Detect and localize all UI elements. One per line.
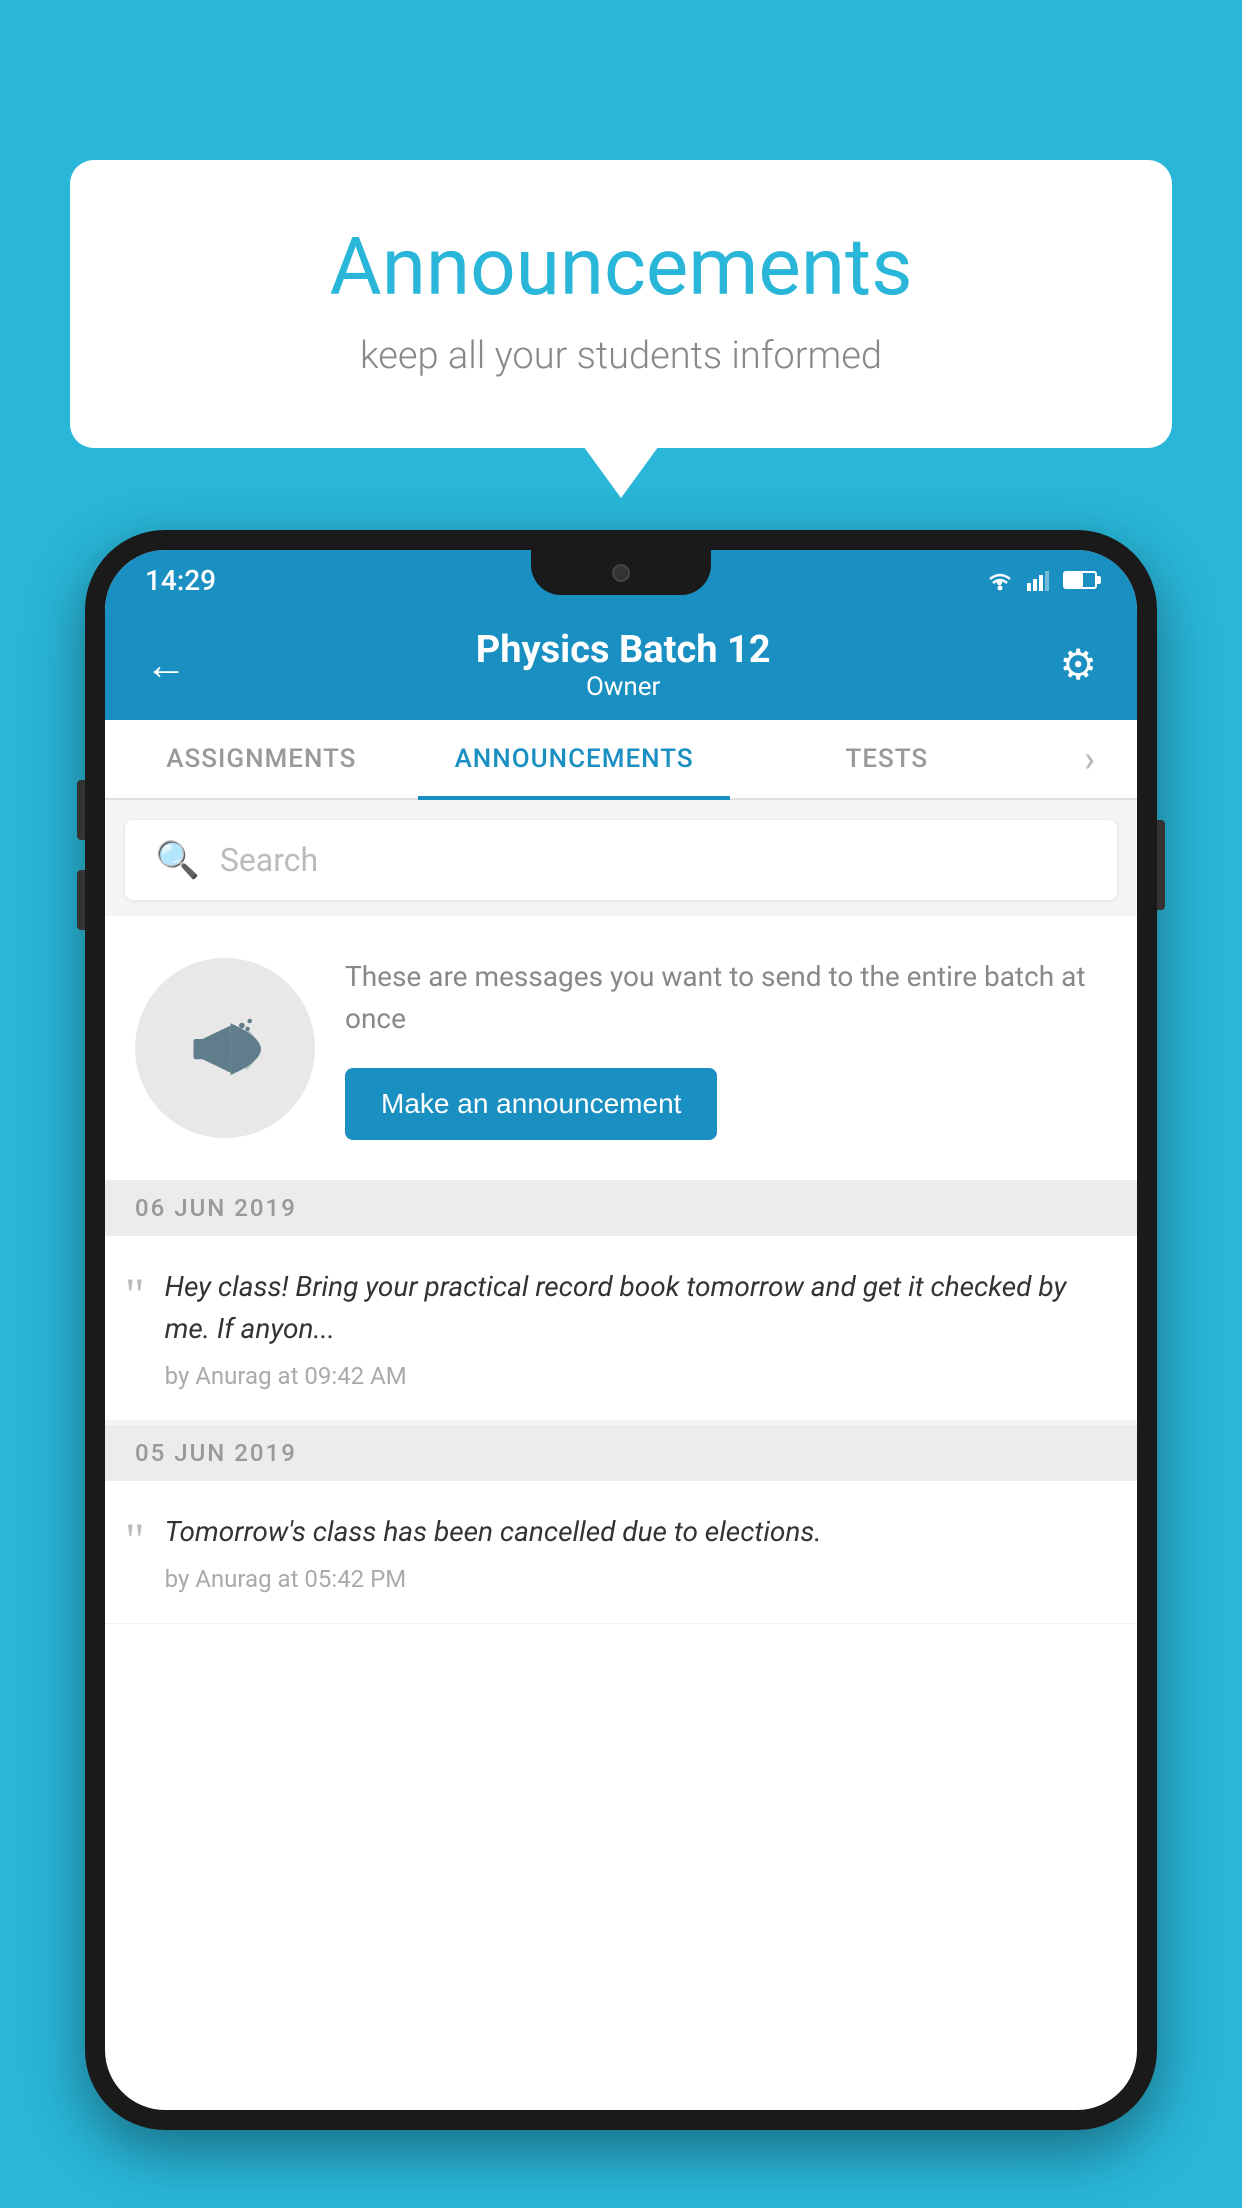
battery-fill [1065, 573, 1083, 587]
speech-bubble-subtitle: keep all your students informed [150, 334, 1092, 378]
date-separator-1: 06 JUN 2019 [105, 1180, 1137, 1236]
tab-announcements[interactable]: ANNOUNCEMENTS [418, 720, 731, 798]
announcement-item-2[interactable]: " Tomorrow's class has been cancelled du… [105, 1481, 1137, 1624]
app-header: ← Physics Batch 12 Owner ⚙ [105, 610, 1137, 720]
phone-container: 14:29 [85, 530, 1157, 2208]
announcement-meta-2: by Anurag at 05:42 PM [165, 1565, 1107, 1593]
volume-up-button [77, 780, 85, 840]
wifi-icon [985, 569, 1015, 591]
back-button[interactable]: ← [145, 641, 187, 690]
megaphone-circle [135, 958, 315, 1138]
volume-down-button [77, 870, 85, 930]
content-area: 🔍 Search [105, 800, 1137, 1624]
speech-bubble-title: Announcements [150, 220, 1092, 314]
power-button [1157, 820, 1165, 910]
battery-icon [1063, 571, 1097, 589]
phone-notch [531, 550, 711, 595]
cta-right: These are messages you want to send to t… [345, 956, 1107, 1140]
speech-bubble-container: Announcements keep all your students inf… [70, 160, 1172, 448]
tab-tests[interactable]: TESTS [730, 720, 1043, 798]
announcement-meta-1: by Anurag at 09:42 AM [165, 1362, 1107, 1390]
megaphone-icon [180, 1003, 270, 1093]
announcement-text-1: Hey class! Bring your practical record b… [165, 1266, 1107, 1390]
tabs-bar: ASSIGNMENTS ANNOUNCEMENTS TESTS › [105, 720, 1137, 800]
search-placeholder: Search [220, 841, 318, 879]
header-subtitle: Owner [476, 672, 771, 702]
quote-icon-1: " [125, 1272, 145, 1320]
date-separator-2: 05 JUN 2019 [105, 1425, 1137, 1481]
tab-assignments[interactable]: ASSIGNMENTS [105, 720, 418, 798]
header-title: Physics Batch 12 [476, 628, 771, 672]
status-icons [985, 569, 1097, 591]
announcement-text-2: Tomorrow's class has been cancelled due … [165, 1511, 1107, 1593]
tab-more[interactable]: › [1043, 720, 1137, 798]
cta-description: These are messages you want to send to t… [345, 956, 1107, 1040]
header-title-group: Physics Batch 12 Owner [476, 628, 771, 702]
quote-icon-2: " [125, 1517, 145, 1565]
announcement-item-1[interactable]: " Hey class! Bring your practical record… [105, 1236, 1137, 1421]
camera-dot [612, 564, 630, 582]
phone-screen: 14:29 [105, 550, 1137, 2110]
speech-bubble: Announcements keep all your students inf… [70, 160, 1172, 448]
settings-icon[interactable]: ⚙ [1059, 640, 1097, 690]
phone-device: 14:29 [85, 530, 1157, 2130]
search-container[interactable]: 🔍 Search [125, 820, 1117, 900]
make-announcement-button[interactable]: Make an announcement [345, 1068, 717, 1140]
status-time: 14:29 [145, 564, 216, 597]
search-icon: 🔍 [155, 839, 200, 881]
announcement-message-1: Hey class! Bring your practical record b… [165, 1266, 1107, 1350]
signal-icon [1027, 569, 1051, 591]
announcement-message-2: Tomorrow's class has been cancelled due … [165, 1511, 1107, 1553]
announcement-cta: These are messages you want to send to t… [105, 916, 1137, 1180]
